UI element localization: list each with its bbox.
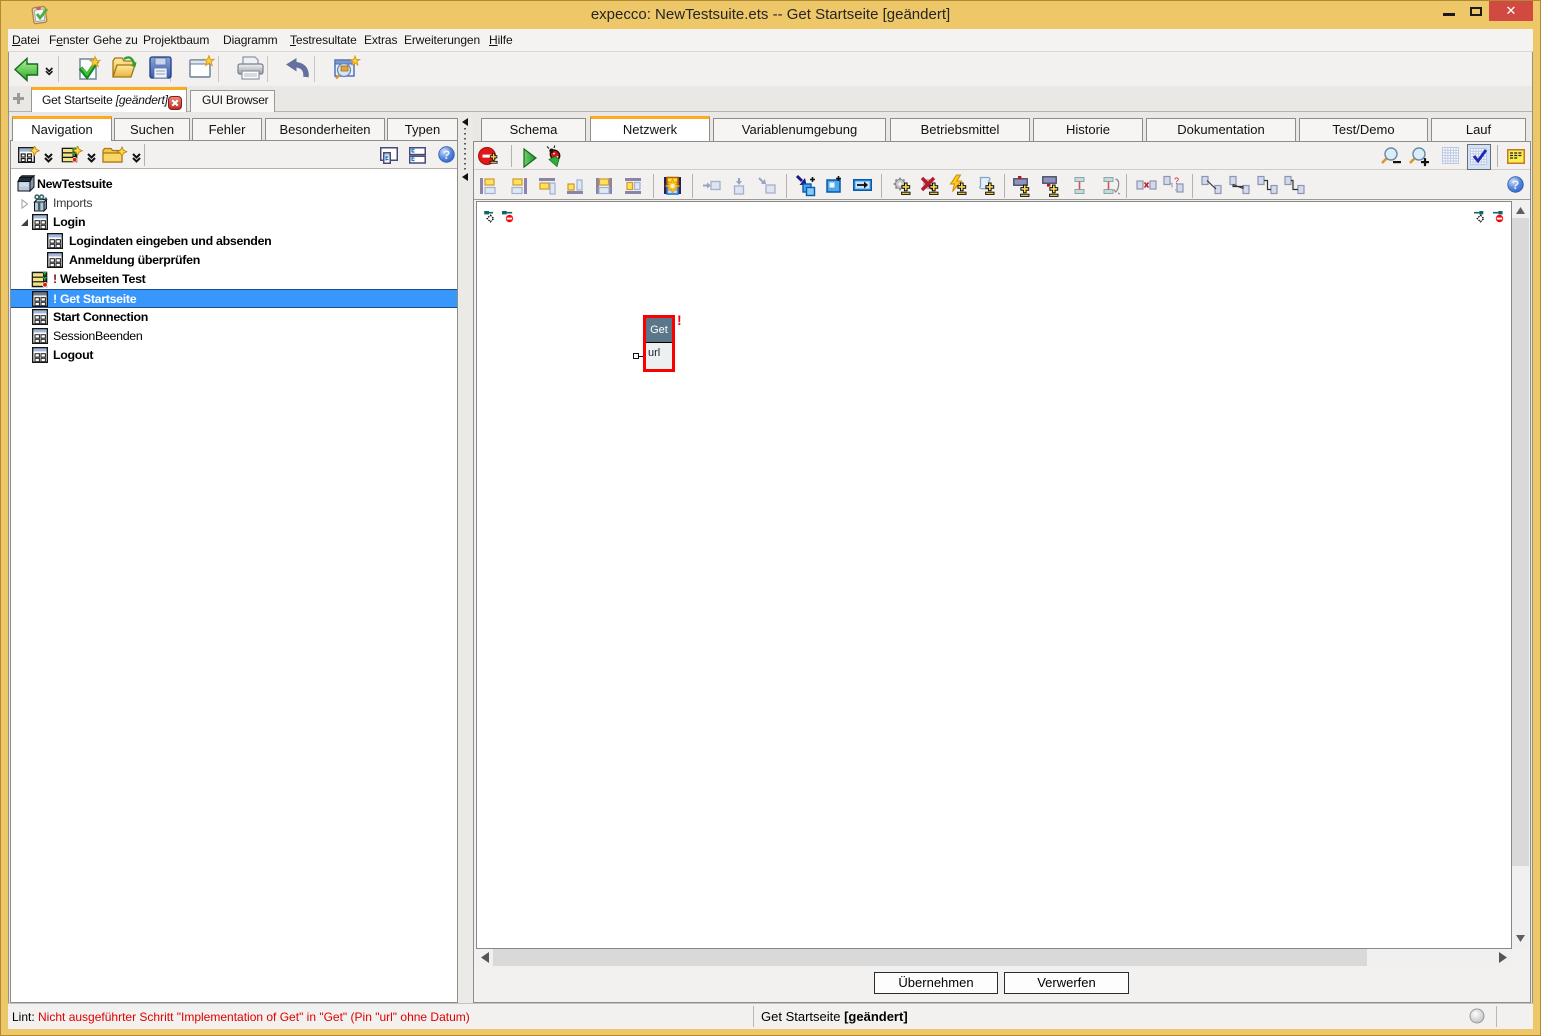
svg-text:?: ?	[1174, 176, 1179, 186]
svg-text:?: ?	[443, 148, 450, 162]
svg-text:?: ?	[1512, 178, 1519, 192]
